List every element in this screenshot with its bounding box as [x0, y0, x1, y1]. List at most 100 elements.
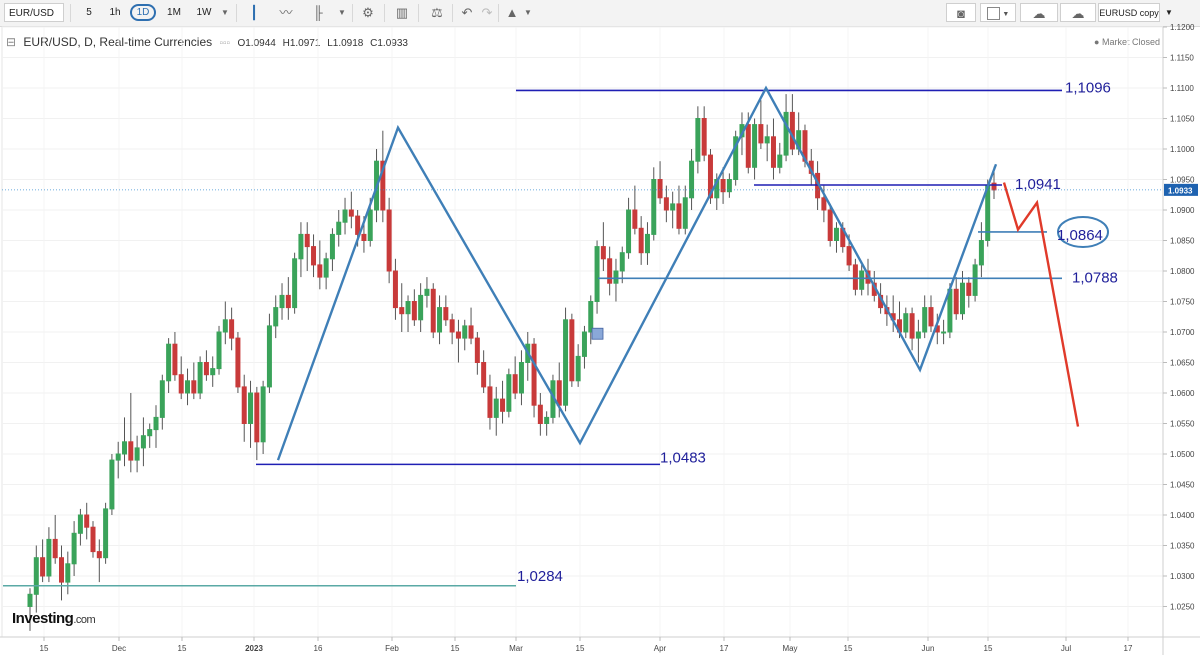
candle-body	[159, 380, 165, 418]
cloud-download-icon[interactable]: ☁	[1020, 3, 1058, 22]
candle-body	[890, 313, 896, 321]
candle-body	[720, 179, 726, 193]
candle-body	[777, 154, 783, 168]
candle-body	[770, 136, 776, 168]
candle-body	[550, 380, 556, 418]
chevron-down-icon[interactable]: ▼	[522, 3, 534, 22]
candle-body	[134, 447, 140, 461]
time-tick-label: 15	[451, 644, 460, 653]
redo-icon[interactable]: ↷	[478, 3, 496, 22]
timeframe-1d-button[interactable]: 1D	[130, 4, 156, 21]
price-tick-label: 1.1000	[1170, 145, 1195, 154]
market-status-text: Market Closed	[1101, 37, 1160, 47]
candle-body	[758, 124, 764, 144]
undo-icon[interactable]: ↶	[458, 3, 476, 22]
candle-body	[563, 319, 569, 406]
symbol-search-input[interactable]: EUR/USD	[4, 3, 64, 22]
drawing-tools-icon[interactable]: ▲	[502, 3, 522, 22]
candle-body	[676, 203, 682, 229]
candle-body	[833, 227, 839, 242]
candlestick-icon[interactable]: ┃	[244, 3, 264, 22]
candle-body	[569, 319, 575, 382]
plot-frame	[1, 26, 1164, 638]
chart-legend: ⊟ EUR/USD, D, Real-time Currencies ▫▫▫ O…	[6, 35, 416, 49]
cloud-upload-icon[interactable]: ☁	[1060, 3, 1096, 22]
time-tick-label: 15	[178, 644, 187, 653]
candle-body	[638, 227, 644, 254]
chevron-down-icon[interactable]: ▼	[218, 3, 232, 22]
last-price-label: 1.0933	[1168, 186, 1193, 195]
candle-body	[947, 288, 953, 333]
timeframe-5m-button[interactable]: 5	[80, 3, 98, 22]
candle-body	[229, 319, 235, 339]
candle-body	[966, 282, 972, 296]
candle-body	[46, 538, 52, 577]
candle-body	[632, 209, 638, 229]
time-tick-label: May	[782, 644, 797, 653]
level-label: 1,0483	[660, 449, 706, 466]
candle-body	[33, 557, 39, 595]
time-tick-label: 15	[576, 644, 585, 653]
candle-body	[481, 362, 487, 388]
legend-settings-icon[interactable]: ▫▫▫	[219, 38, 230, 49]
candle-body	[689, 160, 695, 199]
color-box-icon[interactable]: ▼	[980, 3, 1016, 22]
candle-body	[613, 270, 619, 284]
candle-body	[789, 111, 795, 150]
price-tick-label: 1.0950	[1170, 176, 1195, 185]
candle-body	[922, 307, 928, 333]
candle-body	[374, 160, 380, 211]
bar-chart-icon[interactable]: ╟	[308, 3, 328, 22]
chevron-down-icon[interactable]: ▼	[336, 3, 348, 22]
candle-body	[323, 258, 329, 278]
price-tick-label: 1.0350	[1170, 542, 1195, 551]
candle-body	[304, 233, 310, 248]
candle-body	[140, 435, 146, 449]
candle-body	[248, 392, 254, 424]
candle-body	[380, 160, 386, 211]
candle-body	[878, 294, 884, 309]
candle-body	[355, 215, 361, 235]
low-value: L1.0918	[327, 38, 364, 49]
projection-path	[1002, 182, 1080, 427]
chevron-down-icon[interactable]: ▼	[1162, 3, 1176, 22]
candle-body	[959, 282, 965, 315]
candle-body	[575, 355, 581, 382]
gear-icon[interactable]: ⚙	[358, 3, 378, 22]
collapse-legend-icon[interactable]: ⊟	[6, 35, 16, 49]
candle-body	[537, 404, 543, 425]
candle-body	[285, 294, 291, 309]
scale-icon[interactable]: ⚖	[426, 3, 448, 22]
candle-body	[896, 319, 902, 333]
candle-body	[191, 380, 197, 394]
candle-body	[103, 508, 109, 559]
time-tick-label: 17	[720, 644, 729, 653]
line-chart-icon[interactable]: 〰	[276, 3, 296, 22]
candle-body	[468, 325, 474, 339]
candle-body	[27, 593, 33, 607]
indicators-icon[interactable]: ▥	[392, 3, 412, 22]
timeframe-1h-button[interactable]: 1h	[104, 3, 126, 22]
price-chart[interactable]: 1.12001.11501.11001.10501.10001.09501.09…	[0, 0, 1200, 655]
timeframe-1w-button[interactable]: 1W	[192, 3, 216, 22]
time-tick-label: Jun	[922, 644, 935, 653]
price-tick-label: 1.0900	[1170, 206, 1195, 215]
candle-body	[430, 288, 436, 333]
toolbar-divider	[498, 4, 499, 22]
camera-icon[interactable]: ◙	[946, 3, 976, 22]
candle-body	[764, 136, 770, 144]
candle-body	[292, 258, 298, 309]
candle-body	[311, 246, 317, 266]
candle-body	[405, 301, 411, 315]
candle-body	[506, 374, 512, 412]
zigzag-pattern	[276, 85, 998, 461]
candle-body	[802, 130, 808, 162]
timeframe-1m-button[interactable]: 1M	[162, 3, 186, 22]
candle-body	[455, 331, 461, 339]
candle-body	[336, 221, 342, 235]
price-tick-label: 1.0700	[1170, 328, 1195, 337]
layout-name-field[interactable]: EURUSD copy	[1098, 3, 1160, 22]
candle-body	[518, 362, 524, 394]
candle-body	[197, 362, 203, 394]
level-label: 1,0864	[1057, 227, 1103, 244]
